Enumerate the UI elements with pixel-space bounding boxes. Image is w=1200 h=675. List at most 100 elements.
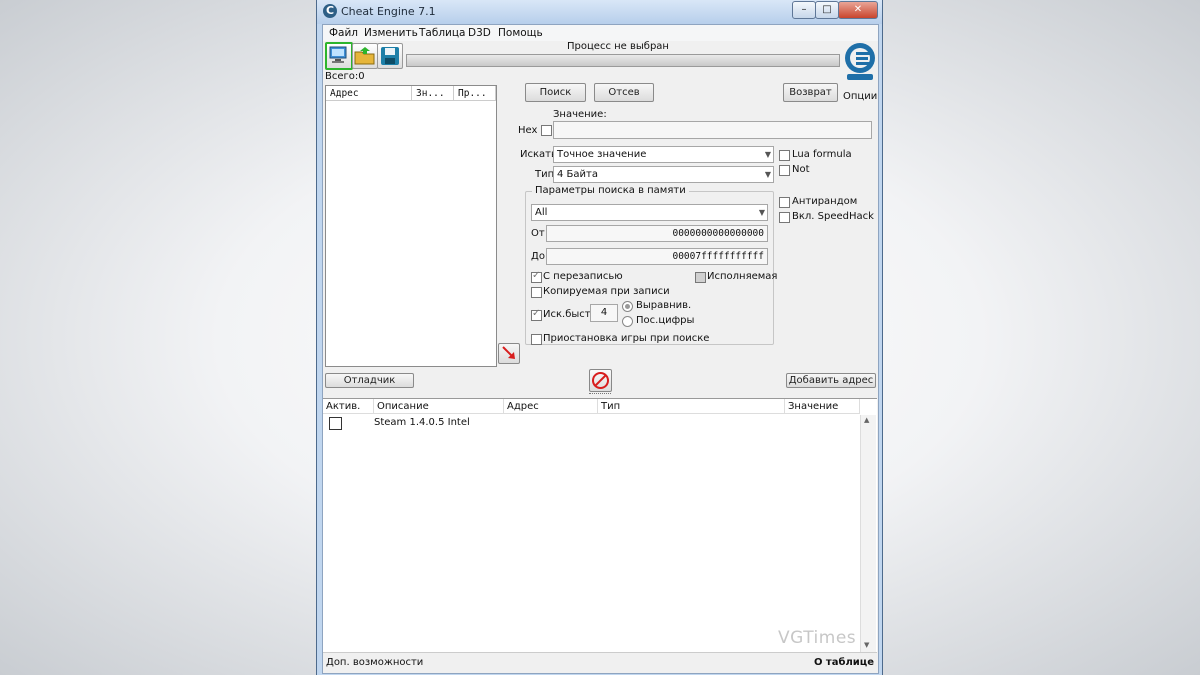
menu-table[interactable]: Таблица bbox=[419, 27, 465, 39]
from-address-input[interactable]: 0000000000000000 bbox=[546, 225, 768, 242]
column-previous[interactable]: Пр... bbox=[454, 86, 496, 101]
open-process-icon bbox=[329, 46, 347, 63]
memory-scan-options-title: Параметры поиска в памяти bbox=[532, 185, 689, 196]
open-process-button[interactable] bbox=[325, 42, 353, 70]
lua-formula-checkbox[interactable] bbox=[779, 150, 790, 161]
column-description[interactable]: Описание bbox=[374, 399, 504, 414]
not-label: Not bbox=[792, 164, 810, 175]
column-address[interactable]: Адрес bbox=[504, 399, 598, 414]
scroll-down-icon[interactable]: ▼ bbox=[864, 641, 869, 649]
scan-type-select[interactable]: Точное значение ▼ bbox=[553, 146, 774, 163]
maximize-button[interactable]: □ bbox=[815, 1, 839, 19]
chevron-down-icon: ▼ bbox=[764, 150, 771, 159]
not-checkbox[interactable] bbox=[779, 165, 790, 176]
to-label: До bbox=[531, 251, 545, 262]
menu-file[interactable]: Файл bbox=[329, 27, 358, 39]
pause-game-checkbox[interactable] bbox=[531, 334, 542, 345]
watermark: VGTimes bbox=[778, 628, 857, 648]
value-type-label: Тип bbox=[535, 169, 555, 180]
minimize-button[interactable]: – bbox=[792, 1, 816, 19]
value-label: Значение: bbox=[553, 109, 607, 120]
cheat-engine-window: C Cheat Engine 7.1 – □ ✕ Файл Изменить Т… bbox=[317, 0, 882, 675]
scan-type-value: Точное значение bbox=[557, 149, 647, 160]
close-button[interactable]: ✕ bbox=[838, 1, 878, 19]
memory-scan-options-group: Параметры поиска в памяти All ▼ От 00000… bbox=[525, 185, 778, 345]
copy-on-write-checkbox[interactable] bbox=[531, 287, 542, 298]
cheat-table[interactable]: Актив. Описание Адрес Тип Значение Steam… bbox=[323, 398, 877, 653]
splitter-handle[interactable] bbox=[589, 393, 611, 394]
last-digits-radio[interactable] bbox=[622, 316, 633, 327]
column-active[interactable]: Актив. bbox=[323, 399, 374, 414]
options-label[interactable]: Опции bbox=[843, 91, 877, 102]
stop-icon bbox=[592, 372, 609, 389]
save-icon bbox=[381, 47, 399, 65]
chevron-down-icon: ▼ bbox=[758, 208, 765, 217]
first-scan-button[interactable]: Поиск bbox=[525, 83, 586, 102]
pause-game-label: Приостановка игры при поиске bbox=[543, 333, 710, 344]
last-digits-label: Пос.цифры bbox=[636, 315, 695, 326]
menu-edit[interactable]: Изменить bbox=[364, 27, 418, 39]
red-arrow-icon bbox=[502, 346, 515, 359]
add-to-table-arrow-button[interactable] bbox=[498, 343, 520, 364]
advanced-options-link[interactable]: Доп. возможности bbox=[326, 657, 423, 668]
maximize-icon: □ bbox=[822, 4, 832, 15]
save-button[interactable] bbox=[377, 43, 403, 69]
menu-d3d[interactable]: D3D bbox=[468, 27, 491, 39]
column-value[interactable]: Зн... bbox=[412, 86, 454, 101]
minimize-icon: – bbox=[801, 4, 807, 15]
speedhack-checkbox[interactable] bbox=[779, 212, 790, 223]
antirandom-checkbox[interactable] bbox=[779, 197, 790, 208]
scan-progress-bar bbox=[406, 54, 840, 67]
scan-results-list[interactable]: Адрес Зн... Пр... bbox=[325, 85, 497, 367]
fast-scan-input[interactable]: 4 bbox=[590, 304, 618, 322]
close-icon: ✕ bbox=[853, 4, 863, 15]
stop-button[interactable] bbox=[589, 369, 612, 392]
copy-on-write-label: Копируемая при записи bbox=[543, 286, 670, 297]
found-count: Всего:0 bbox=[325, 71, 365, 82]
window-title: Cheat Engine 7.1 bbox=[341, 5, 436, 18]
fast-scan-label: Иск.быст. bbox=[543, 309, 594, 320]
memory-region-select[interactable]: All ▼ bbox=[531, 204, 768, 221]
alignment-radio[interactable] bbox=[622, 301, 633, 312]
vertical-scrollbar[interactable]: ▲ ▼ bbox=[860, 415, 876, 653]
open-file-button[interactable] bbox=[352, 43, 378, 69]
undo-scan-button[interactable]: Возврат bbox=[783, 83, 838, 102]
process-label: Процесс не выбран bbox=[567, 41, 669, 52]
hex-label: Hex bbox=[518, 125, 538, 136]
add-address-button[interactable]: Добавить адрес bbox=[786, 373, 876, 388]
value-type-select[interactable]: 4 Байта ▼ bbox=[553, 166, 774, 183]
debugger-button[interactable]: Отладчик bbox=[325, 373, 414, 388]
alignment-label: Выравнив. bbox=[636, 300, 692, 311]
title-bar[interactable]: C Cheat Engine 7.1 – □ ✕ bbox=[317, 0, 882, 24]
column-value[interactable]: Значение bbox=[785, 399, 860, 414]
executable-checkbox[interactable] bbox=[695, 272, 706, 283]
fast-scan-checkbox[interactable] bbox=[531, 308, 542, 321]
executable-label: Исполняемая bbox=[707, 271, 778, 282]
menu-bar: Файл Изменить Таблица D3D Помощь bbox=[323, 25, 878, 41]
from-label: От bbox=[531, 228, 545, 239]
column-address[interactable]: Адрес bbox=[326, 86, 412, 101]
writable-label: С перезаписью bbox=[543, 271, 623, 282]
memory-region-value: All bbox=[535, 207, 548, 218]
chevron-down-icon: ▼ bbox=[764, 170, 771, 179]
scroll-up-icon[interactable]: ▲ bbox=[864, 416, 869, 424]
menu-help[interactable]: Помощь bbox=[498, 27, 543, 39]
value-input[interactable] bbox=[553, 121, 872, 139]
lua-formula-label: Lua formula bbox=[792, 149, 852, 160]
scan-type-label: Искать bbox=[520, 149, 557, 160]
hex-checkbox[interactable] bbox=[541, 125, 552, 136]
table-extras-link[interactable]: О таблице bbox=[814, 657, 874, 668]
next-scan-button[interactable]: Отсев bbox=[594, 83, 654, 102]
column-type[interactable]: Тип bbox=[598, 399, 785, 414]
cheat-engine-logo[interactable] bbox=[843, 40, 877, 86]
writable-checkbox[interactable] bbox=[531, 270, 542, 283]
table-row[interactable]: Steam 1.4.0.5 Intel bbox=[323, 416, 860, 431]
value-type-value: 4 Байта bbox=[557, 169, 598, 180]
client-area: Файл Изменить Таблица D3D Помощь Процесс… bbox=[322, 24, 879, 674]
antirandom-label: Антирандом bbox=[792, 196, 858, 207]
status-bar: Доп. возможности О таблице bbox=[323, 652, 877, 673]
row-description: Steam 1.4.0.5 Intel bbox=[374, 417, 470, 428]
to-address-input[interactable]: 00007fffffffffff bbox=[546, 248, 768, 265]
active-checkbox[interactable] bbox=[329, 417, 342, 430]
app-icon: C bbox=[323, 4, 337, 18]
